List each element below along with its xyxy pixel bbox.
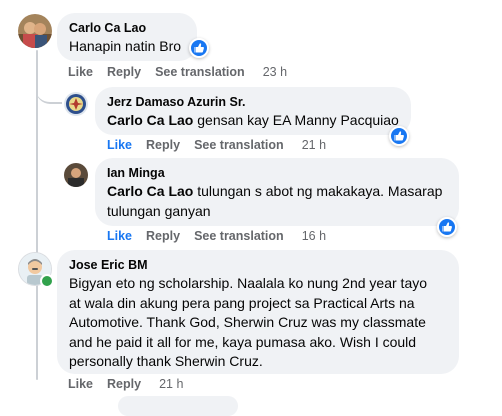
mention-link[interactable]: Carlo Ca Lao	[107, 112, 193, 128]
comment-line: personally thank Sherwin Cruz.	[69, 353, 263, 369]
comment-body-line-2: tulungan ganyan	[107, 202, 211, 219]
timestamp[interactable]: 21 h	[159, 377, 183, 391]
comment-text: Carlo Ca Lao gensan kay EA Manny Pacquia…	[107, 111, 399, 131]
reply-button[interactable]: Reply	[107, 65, 141, 79]
timestamp[interactable]: 23 h	[263, 65, 287, 79]
comment-line: Bigyan eto ng scholarship. Naalala ko nu…	[69, 275, 428, 291]
comment-bubble-jerz: Jerz Damaso Azurin Sr. Carlo Ca Lao gens…	[95, 87, 411, 135]
comment-body: gensan kay EA Manny Pacquiao	[193, 112, 399, 128]
like-reaction-icon[interactable]	[189, 38, 209, 58]
timestamp[interactable]: 21 h	[302, 138, 326, 152]
timestamp[interactable]: 16 h	[302, 229, 326, 243]
comment-bubble-jose: Jose Eric BM Bigyan eto ng scholarship. …	[57, 250, 459, 374]
online-status-dot	[40, 274, 54, 288]
comment-line: Automotive. Thank God, Sherwin Cruz was …	[69, 314, 426, 330]
comment-text: Carlo Ca Lao tulungan s abot ng makakaya…	[107, 182, 457, 221]
like-reaction-icon[interactable]	[437, 217, 457, 237]
reply-button[interactable]: Reply	[146, 229, 180, 243]
like-button[interactable]: Like	[68, 377, 93, 391]
mention-link[interactable]: Carlo Ca Lao	[107, 183, 193, 199]
comment-body-line-1: tulungan s abot ng makakaya. Masarap	[193, 183, 443, 199]
comment-line: and he paid it all for me, kaya pumasa a…	[69, 333, 417, 350]
comment-author[interactable]: Ian Minga	[107, 166, 165, 180]
comment-text: Bigyan eto ng scholarship. Naalala ko nu…	[69, 274, 457, 372]
comment-actions: Like Reply See translation 23 h	[68, 65, 301, 79]
comment-actions: Like Reply 21 h	[68, 377, 197, 391]
avatar-jerz[interactable]	[64, 92, 88, 116]
emblem-avatar-icon	[64, 92, 88, 116]
see-translation-button[interactable]: See translation	[194, 138, 284, 152]
comment-text: Hanapin natin Bro	[69, 38, 182, 54]
comment-bubble-carlo: Carlo Ca Lao Hanapin natin Bro	[57, 13, 197, 61]
like-button[interactable]: Like	[68, 65, 93, 79]
person-photo-avatar-icon	[64, 163, 88, 187]
comment-actions: Like Reply See translation 21 h	[107, 138, 340, 152]
thread-line-main	[36, 50, 38, 380]
person-photo-avatar-icon	[18, 14, 52, 48]
reply-button[interactable]: Reply	[146, 138, 180, 152]
comment-line: at wala din akung pera pang project sa P…	[69, 294, 415, 311]
like-button[interactable]: Like	[107, 229, 132, 243]
avatar-ian[interactable]	[64, 163, 88, 187]
comment-bubble-partial	[118, 396, 238, 416]
comment-author[interactable]: Jose Eric BM	[69, 258, 148, 272]
like-reaction-icon[interactable]	[389, 126, 409, 146]
thread-connector	[36, 80, 62, 104]
avatar-carlo[interactable]	[18, 14, 52, 48]
like-button[interactable]: Like	[107, 138, 132, 152]
comment-bubble-ian: Ian Minga Carlo Ca Lao tulungan s abot n…	[95, 158, 459, 226]
reply-button[interactable]: Reply	[107, 377, 141, 391]
see-translation-button[interactable]: See translation	[155, 65, 245, 79]
comment-author[interactable]: Carlo Ca Lao	[69, 21, 146, 35]
comment-author[interactable]: Jerz Damaso Azurin Sr.	[107, 95, 245, 109]
see-translation-button[interactable]: See translation	[194, 229, 284, 243]
comment-actions: Like Reply See translation 16 h	[107, 229, 340, 243]
